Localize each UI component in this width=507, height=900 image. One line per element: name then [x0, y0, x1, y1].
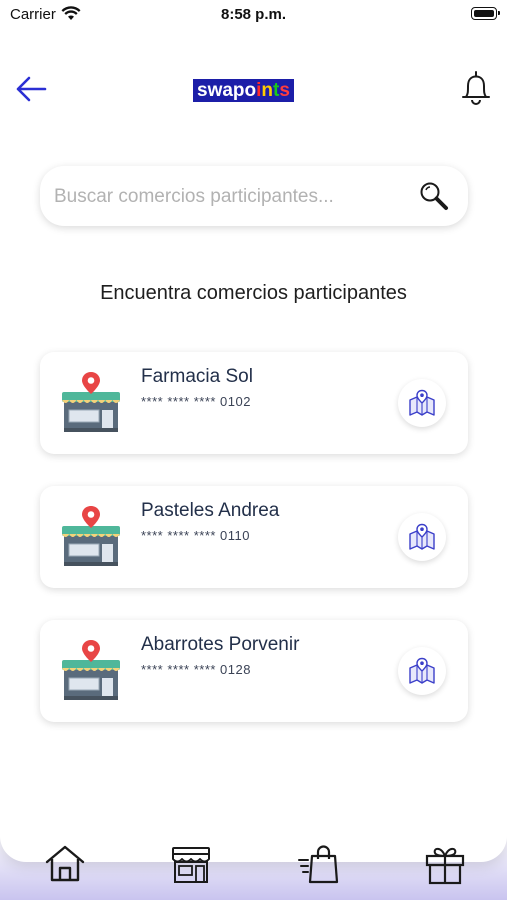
shopping-bag-icon[interactable]: [297, 842, 341, 886]
section-heading: Encuentra comercios participantes: [100, 282, 407, 304]
store-icon: [62, 640, 120, 700]
map-pin-icon: [409, 389, 435, 416]
search-bar: [40, 166, 468, 228]
status-bar: Carrier 8:58 p.m.: [0, 0, 507, 30]
merchant-card[interactable]: Pasteles Andrea **** **** **** 0110: [40, 486, 468, 588]
gift-icon[interactable]: [423, 842, 467, 886]
map-button[interactable]: [398, 647, 446, 695]
merchant-name: Abarrotes Porvenir: [141, 634, 300, 655]
battery-icon: [471, 7, 500, 20]
store-icon: [62, 506, 120, 566]
status-time: 8:58 p.m.: [220, 6, 287, 23]
app-screen: Carrier 8:58 p.m. swapoints Encuentra co…: [0, 0, 507, 885]
merchant-card-number: **** **** **** 0110: [141, 528, 250, 543]
map-button[interactable]: [398, 379, 446, 427]
swapoints-logo: swapo i n t s: [193, 79, 294, 102]
search-icon[interactable]: [418, 180, 450, 212]
merchant-card-number: **** **** **** 0128: [141, 662, 251, 677]
back-arrow-icon[interactable]: [14, 74, 48, 104]
map-pin-icon: [409, 523, 435, 550]
map-button[interactable]: [398, 513, 446, 561]
merchant-card[interactable]: Abarrotes Porvenir **** **** **** 0128: [40, 620, 468, 722]
map-pin-icon: [409, 657, 435, 684]
bell-icon[interactable]: [458, 70, 494, 108]
home-icon[interactable]: [43, 842, 87, 886]
merchant-name: Pasteles Andrea: [141, 500, 280, 521]
store-icon[interactable]: [169, 842, 213, 886]
merchant-card[interactable]: Farmacia Sol **** **** **** 0102: [40, 352, 468, 454]
search-input[interactable]: [52, 166, 406, 228]
store-icon: [62, 372, 120, 432]
merchant-card-number: **** **** **** 0102: [141, 394, 251, 409]
merchant-name: Farmacia Sol: [141, 366, 253, 387]
